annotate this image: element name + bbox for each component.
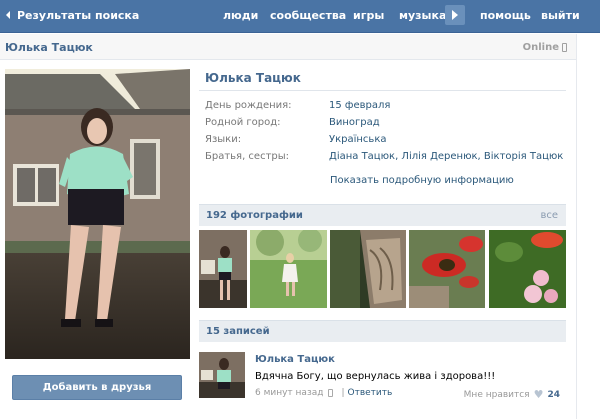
photo-thumbnail[interactable] [489, 230, 566, 308]
profile-name: Юлька Тацюк [205, 71, 301, 85]
online-status: Online [522, 42, 559, 53]
photos-strip [199, 230, 566, 308]
siblings-label: Братья, сестры: [205, 151, 290, 162]
hometown-value[interactable]: Виноград [329, 117, 380, 128]
like-button[interactable]: Мне нравится ♥ 24 [464, 388, 560, 401]
nav-logout[interactable]: выйти [541, 9, 580, 22]
profile-header-bar: Юлька Тацюк Online [0, 34, 576, 60]
nav-communities[interactable]: сообщества [270, 9, 346, 22]
wall-section-header[interactable]: 15 записей [199, 320, 566, 342]
reply-link[interactable]: Ответить [348, 388, 393, 398]
photos-count-title[interactable]: 192 фотографии [206, 210, 303, 221]
back-label: Результаты поиска [17, 8, 140, 22]
wall-posts-count[interactable]: 15 записей [206, 326, 270, 337]
play-icon [452, 10, 458, 20]
photo-thumbnail[interactable] [409, 230, 485, 308]
like-label: Мне нравится [463, 389, 530, 400]
photo-thumbnail[interactable] [330, 230, 406, 308]
header-profile-name: Юлька Тацюк [5, 41, 93, 54]
back-arrow-icon [6, 11, 10, 19]
photos-section-header[interactable]: 192 фотографии все [199, 204, 566, 226]
languages-label: Языки: [205, 134, 242, 145]
post-author-avatar[interactable] [199, 352, 245, 398]
back-to-search-link[interactable]: Результаты поиска [6, 7, 139, 23]
post-text: Вдячна Богу, що вернулась жива і здорова… [255, 371, 496, 382]
nav-help[interactable]: помощь [480, 9, 531, 22]
profile-divider [199, 90, 566, 91]
hometown-label: Родной город: [205, 117, 281, 128]
birthday-value[interactable]: 15 февраля [329, 100, 390, 111]
post-meta: 6 минут назад | Ответить [255, 388, 392, 398]
languages-value[interactable]: Українська [329, 134, 387, 145]
photo-thumbnail[interactable] [199, 230, 247, 308]
heart-icon: ♥ [533, 388, 544, 401]
post-author-name[interactable]: Юлька Тацюк [255, 354, 335, 365]
top-navigation-bar: Результаты поиска люди сообщества игры м… [0, 0, 600, 33]
post-time[interactable]: 6 минут назад [255, 388, 323, 398]
mobile-icon [562, 43, 567, 52]
page-right-edge [576, 34, 600, 419]
music-play-button[interactable] [445, 5, 465, 25]
birthday-label: День рождения: [205, 100, 292, 111]
meta-separator: | [341, 388, 345, 398]
siblings-value[interactable]: Діана Тацюк, Лілія Деренюк, Вікторія Тац… [329, 151, 563, 162]
nav-music[interactable]: музыка [399, 9, 446, 22]
add-friend-button[interactable]: Добавить в друзья [12, 375, 182, 400]
show-more-info-link[interactable]: Показать подробную информацию [330, 175, 514, 186]
like-count: 24 [547, 389, 560, 400]
nav-people[interactable]: люди [223, 9, 258, 22]
mobile-icon [328, 389, 334, 397]
profile-avatar-photo[interactable] [5, 69, 190, 359]
photo-thumbnail[interactable] [250, 230, 327, 308]
photos-all-link[interactable]: все [540, 210, 558, 221]
nav-games[interactable]: игры [353, 9, 384, 22]
